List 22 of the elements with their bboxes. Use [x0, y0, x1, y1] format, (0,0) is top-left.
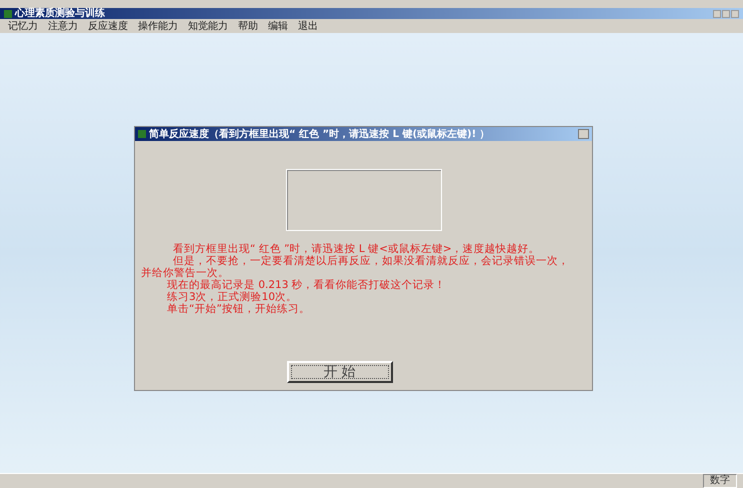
menu-item[interactable]: 反应速度	[88, 19, 128, 33]
close-button[interactable]	[731, 10, 739, 18]
menu-item[interactable]: 注意力	[48, 19, 78, 33]
menu-item[interactable]: 退出	[298, 19, 318, 33]
menu-item[interactable]: 帮助	[238, 19, 258, 33]
status-indicator: 数字	[703, 474, 737, 488]
instruction-text: 单击“开始”按钮，开始练习。	[166, 303, 311, 315]
window-title: 心理素质测验与训练	[15, 8, 105, 19]
app-icon	[4, 10, 12, 18]
menu-item[interactable]: 操作能力	[138, 19, 178, 33]
instruction-text: 看到方框里出现“ 红色 ”时，请迅速按 L 键<或鼠标左键>，速度越快越好。	[172, 243, 541, 255]
instruction-text: 现在的最高记录是 0.213 秒，看看你能否打破这个记录！	[166, 279, 447, 291]
menu-item[interactable]: 记忆力	[8, 19, 38, 33]
minimize-button[interactable]	[713, 10, 721, 18]
close-button[interactable]	[578, 129, 589, 139]
instruction-text: 但是，不要抢，一定要看清楚以后再反应，如果没看清就反应，会记录错误一次，并给你警告一次。	[141, 255, 570, 279]
menu-item[interactable]: 知觉能力	[188, 19, 228, 33]
maximize-button[interactable]	[722, 10, 730, 18]
app-icon	[138, 130, 146, 138]
menu-item[interactable]: 编辑	[268, 19, 288, 33]
instruction-text: 练习3次，正式测验10次。	[166, 291, 298, 303]
dialog-title: 简单反应速度（看到方框里出现“ 红色 ”时，请迅速按 L 键(或鼠标左键)! ）	[149, 127, 490, 141]
